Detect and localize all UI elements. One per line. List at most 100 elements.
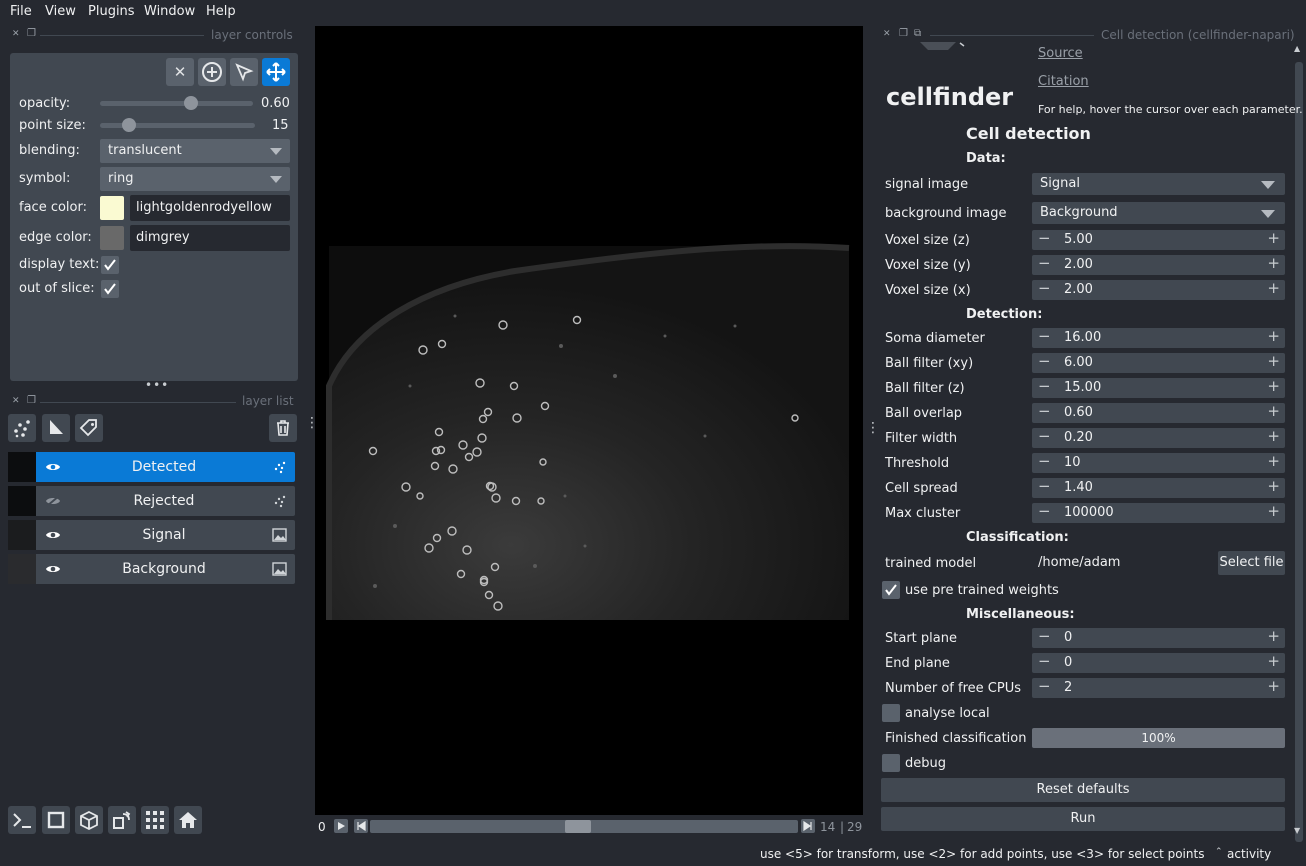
step-forward-button[interactable]	[801, 819, 815, 833]
ndisplay-button[interactable]	[42, 806, 70, 834]
ball-overlap-spinbox[interactable]: −0.60 +	[1032, 402, 1285, 423]
transpose-button[interactable]	[108, 806, 136, 834]
new-points-layer-button[interactable]	[8, 414, 36, 442]
filter-width-spinbox[interactable]: −0.20 +	[1032, 427, 1285, 448]
plus-icon[interactable]: +	[1267, 477, 1280, 495]
dock-splitter-handle[interactable]: •••	[145, 378, 169, 392]
scroll-up-icon[interactable]: ▲	[1294, 44, 1300, 53]
voxel-x-spinbox[interactable]: −2.00 +	[1032, 279, 1285, 300]
plus-icon[interactable]: +	[1267, 229, 1280, 247]
ball-filter-xy-spinbox[interactable]: −6.00 +	[1032, 352, 1285, 373]
activity-button[interactable]: activity	[1227, 847, 1271, 861]
minus-icon[interactable]: −	[1038, 402, 1051, 420]
pan-zoom-button[interactable]	[262, 58, 290, 86]
analyse-local-checkbox[interactable]	[882, 704, 900, 722]
panel-resize-handle[interactable]: ⋮	[866, 420, 880, 436]
plus-icon[interactable]: +	[1267, 427, 1280, 445]
minus-icon[interactable]: −	[1038, 352, 1051, 370]
edge-color-input[interactable]: dimgrey	[130, 225, 290, 251]
plus-icon[interactable]: +	[1267, 652, 1280, 670]
console-button[interactable]	[8, 806, 36, 834]
edge-color-swatch[interactable]	[100, 226, 124, 250]
citation-link[interactable]: Citation	[1038, 74, 1089, 89]
opacity-slider-handle[interactable]	[184, 96, 198, 110]
scrollbar-thumb[interactable]	[1295, 62, 1303, 842]
minus-icon[interactable]: −	[1038, 327, 1051, 345]
plus-icon[interactable]: +	[1267, 327, 1280, 345]
dock-close-icon[interactable]: ✕	[12, 396, 20, 406]
menu-help[interactable]: Help	[206, 4, 236, 19]
new-labels-layer-button[interactable]	[75, 414, 103, 442]
dock-close-icon[interactable]: ✕	[883, 29, 891, 39]
delete-layer-button[interactable]	[269, 414, 297, 442]
grid-view-button[interactable]	[141, 806, 169, 834]
minus-icon[interactable]: −	[1038, 477, 1051, 495]
soma-diameter-spinbox[interactable]: −16.00 +	[1032, 327, 1285, 348]
layer-row-signal[interactable]: Signal	[8, 520, 295, 550]
plus-icon[interactable]: +	[1267, 377, 1280, 395]
threshold-spinbox[interactable]: −10 +	[1032, 452, 1285, 473]
opacity-slider-track[interactable]	[100, 101, 253, 106]
free-cpus-spinbox[interactable]: −2 +	[1032, 677, 1285, 698]
face-color-input[interactable]: lightgoldenrodyellow	[130, 195, 290, 221]
step-back-button[interactable]	[354, 819, 368, 833]
pretrained-weights-checkbox[interactable]	[882, 581, 900, 599]
background-image-select[interactable]: Background	[1032, 202, 1285, 224]
home-button[interactable]	[174, 806, 202, 834]
dock-float-icon[interactable]: ❐	[899, 28, 908, 39]
plus-icon[interactable]: +	[1267, 279, 1280, 297]
start-plane-spinbox[interactable]: −0 +	[1032, 627, 1285, 648]
dock-close-icon[interactable]: ✕	[12, 29, 20, 39]
source-link[interactable]: Source	[1038, 46, 1083, 61]
ball-filter-z-spinbox[interactable]: −15.00 +	[1032, 377, 1285, 398]
minus-icon[interactable]: −	[1038, 627, 1051, 645]
plus-icon[interactable]: +	[1267, 352, 1280, 370]
display-text-checkbox[interactable]	[101, 256, 119, 274]
plus-icon[interactable]: +	[1267, 502, 1280, 520]
menu-file[interactable]: File	[10, 4, 32, 19]
plus-icon[interactable]: +	[1267, 677, 1280, 695]
scroll-down-icon[interactable]: ▼	[1294, 826, 1300, 835]
layer-row-rejected[interactable]: Rejected	[8, 486, 295, 516]
max-cluster-spinbox[interactable]: −100000 +	[1032, 502, 1285, 523]
trained-model-input[interactable]: /home/adam	[1032, 551, 1213, 575]
face-color-swatch[interactable]	[100, 196, 124, 220]
menu-plugins[interactable]: Plugins	[88, 4, 135, 19]
minus-icon[interactable]: −	[1038, 377, 1051, 395]
minus-icon[interactable]: −	[1038, 254, 1051, 272]
plus-icon[interactable]: +	[1267, 402, 1280, 420]
symbol-select[interactable]: ring	[100, 167, 290, 191]
cell-spread-spinbox[interactable]: −1.40 +	[1032, 477, 1285, 498]
plus-icon[interactable]: +	[1267, 254, 1280, 272]
minus-icon[interactable]: −	[1038, 502, 1051, 520]
play-button[interactable]	[334, 819, 348, 833]
voxel-z-spinbox[interactable]: −5.00 +	[1032, 229, 1285, 250]
menu-view[interactable]: View	[45, 4, 76, 19]
minus-icon[interactable]: −	[1038, 677, 1051, 695]
reset-defaults-button[interactable]: Reset defaults	[881, 778, 1285, 802]
select-file-button[interactable]: Select file	[1218, 551, 1285, 575]
dock-pin-icon[interactable]: ⧉	[914, 28, 921, 39]
plus-icon[interactable]: +	[1267, 452, 1280, 470]
blending-select[interactable]: translucent	[100, 139, 290, 163]
select-points-button[interactable]	[230, 58, 258, 86]
voxel-y-spinbox[interactable]: −2.00 +	[1032, 254, 1285, 275]
delete-points-button[interactable]: ✕	[166, 58, 194, 86]
run-button[interactable]: Run	[881, 807, 1285, 831]
dock-float-icon[interactable]: ❐	[27, 395, 36, 406]
minus-icon[interactable]: −	[1038, 452, 1051, 470]
minus-icon[interactable]: −	[1038, 652, 1051, 670]
roll-dims-button[interactable]	[75, 806, 103, 834]
add-points-button[interactable]	[198, 58, 226, 86]
dock-float-icon[interactable]: ❐	[27, 28, 36, 39]
out-of-slice-checkbox[interactable]	[101, 280, 119, 298]
layer-row-background[interactable]: Background	[8, 554, 295, 584]
plus-icon[interactable]: +	[1267, 627, 1280, 645]
menu-window[interactable]: Window	[144, 4, 195, 19]
layer-row-detected[interactable]: Detected	[8, 452, 295, 482]
minus-icon[interactable]: −	[1038, 427, 1051, 445]
signal-image-select[interactable]: Signal	[1032, 173, 1285, 195]
point-size-slider-handle[interactable]	[122, 118, 136, 132]
dock-scrollbar[interactable]: ▲ ▼	[1293, 40, 1305, 842]
minus-icon[interactable]: −	[1038, 279, 1051, 297]
